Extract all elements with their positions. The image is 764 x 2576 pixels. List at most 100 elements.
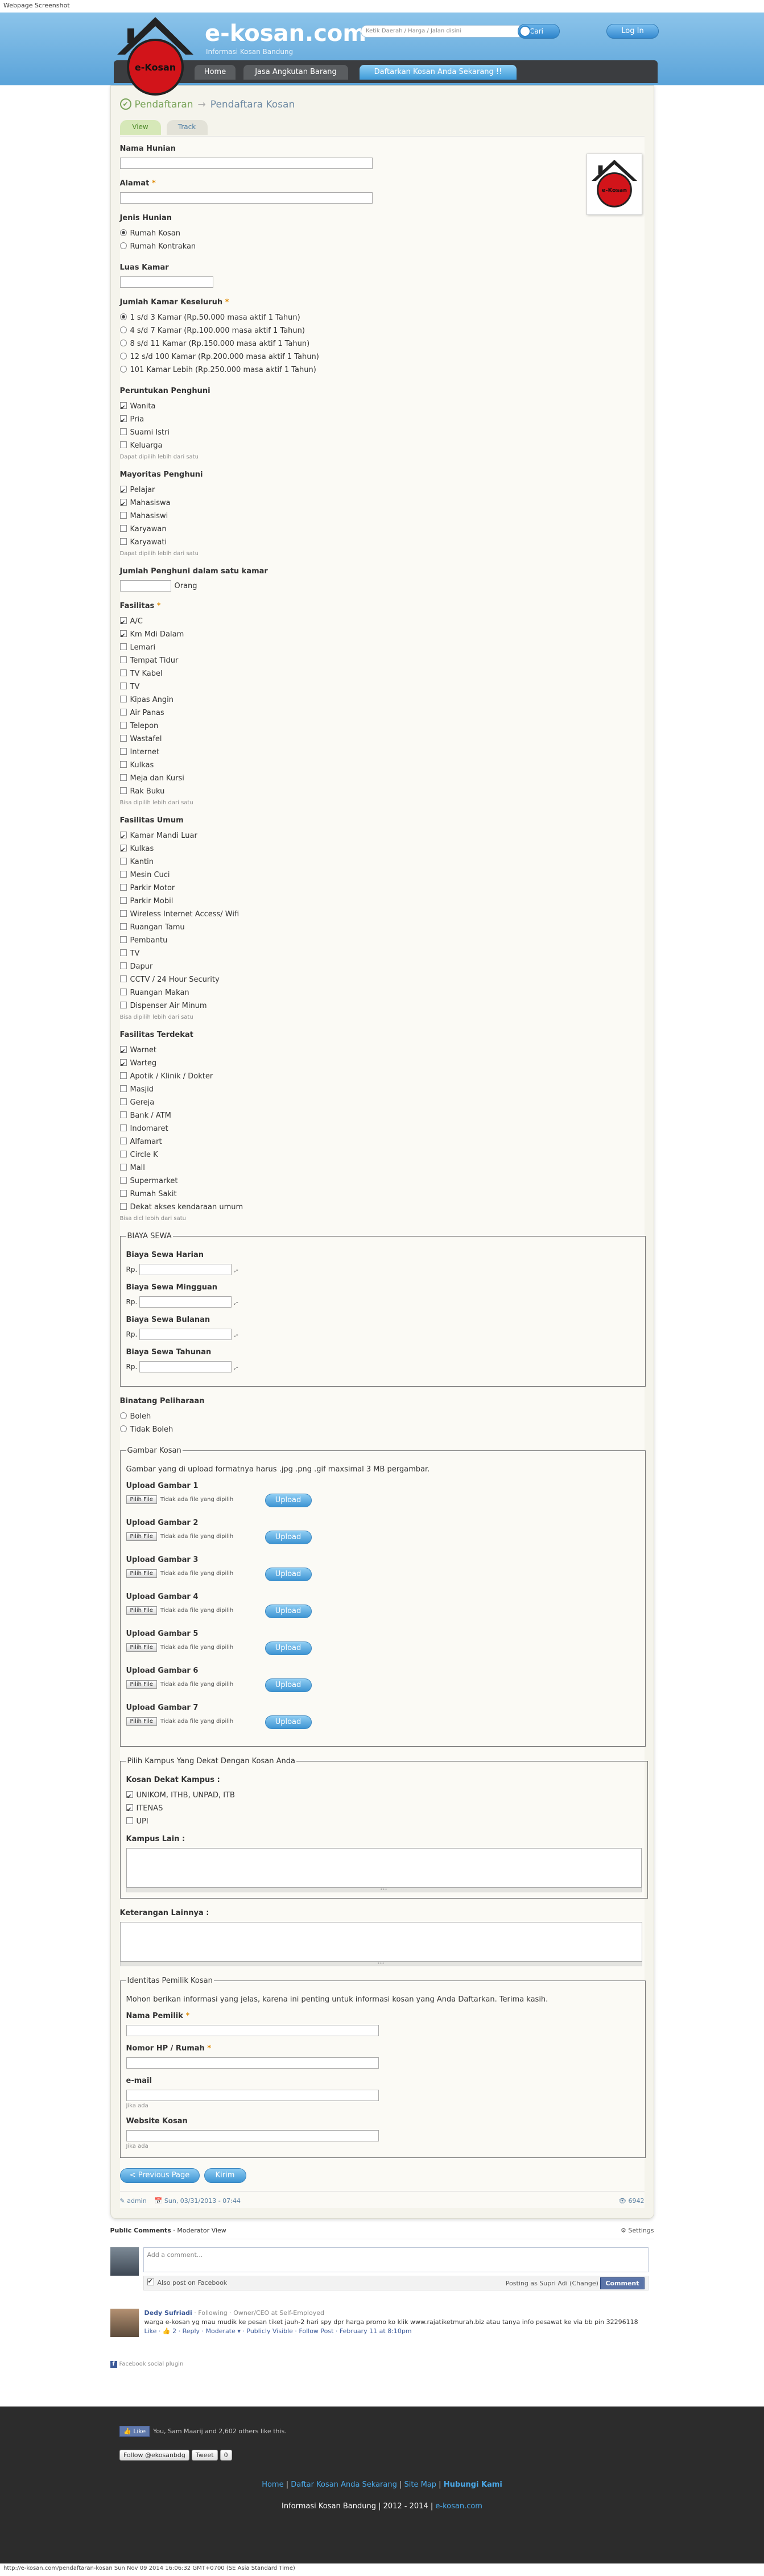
upload-button[interactable]: Upload <box>265 1641 312 1655</box>
comment-actions[interactable]: Like · 👍 2 · Reply · Moderate ▾ · Public… <box>144 2327 412 2335</box>
checkbox-option[interactable]: Pria <box>119 413 645 427</box>
checkbox-option[interactable]: Supermarket <box>119 1175 645 1188</box>
checkbox-option[interactable]: Gereja <box>119 1096 645 1109</box>
search-button[interactable]: Cari <box>518 24 560 39</box>
checkbox-option[interactable]: Mesin Cuci <box>119 869 645 882</box>
choose-file-button[interactable]: Pilih File <box>126 1680 157 1689</box>
nomor-hp-input[interactable] <box>126 2057 379 2069</box>
tweet-button[interactable]: Tweet <box>191 2450 218 2461</box>
checkbox-option[interactable]: Lemari <box>119 641 645 654</box>
checkbox[interactable] <box>119 1190 127 1197</box>
checkbox[interactable] <box>119 1177 127 1184</box>
commenter-name[interactable]: Dedy Sufriadi <box>144 2309 192 2317</box>
kampus-lain-textarea[interactable] <box>126 1848 642 1888</box>
checkbox-option[interactable]: UPI <box>126 1815 642 1828</box>
radio-button[interactable] <box>119 353 127 359</box>
footer-link-sitemap[interactable]: Site Map <box>404 2480 437 2489</box>
checkbox-option[interactable]: Wastafel <box>119 733 645 746</box>
checkbox[interactable] <box>119 683 127 689</box>
checkbox-option[interactable]: Dispenser Air Minum <box>119 999 645 1012</box>
upload-button[interactable]: Upload <box>265 1568 312 1581</box>
checkbox[interactable] <box>119 441 127 448</box>
radio-option[interactable]: 12 s/d 100 Kamar (Rp.200.000 masa aktif … <box>119 350 645 363</box>
checkbox[interactable] <box>119 1203 127 1210</box>
checkbox[interactable] <box>119 1164 127 1171</box>
login-button[interactable]: Log In <box>606 24 659 39</box>
checkbox-option[interactable]: Wireless Internet Access/ Wifi <box>119 908 645 921</box>
checkbox[interactable] <box>119 897 127 904</box>
checkbox[interactable] <box>119 1098 127 1105</box>
upload-button[interactable]: Upload <box>265 1531 312 1544</box>
checkbox[interactable] <box>119 884 127 891</box>
checkbox-option[interactable]: Kulkas <box>119 759 645 772</box>
checkbox-option[interactable]: ITENAS <box>126 1802 642 1816</box>
checkbox[interactable] <box>119 858 127 865</box>
checkbox-option[interactable]: Pelajar <box>119 483 645 498</box>
checkbox-option[interactable]: Rak Buku <box>119 785 645 798</box>
radio-button[interactable] <box>119 326 127 333</box>
checkbox[interactable] <box>119 748 127 755</box>
checkbox-option[interactable]: Wanita <box>119 400 645 414</box>
checkbox[interactable] <box>119 871 127 878</box>
checkbox-option[interactable]: Ruangan Tamu <box>119 921 645 934</box>
checkbox[interactable] <box>119 629 127 642</box>
upload-button[interactable]: Upload <box>265 1678 312 1692</box>
checkbox-option[interactable]: Air Panas <box>119 706 645 720</box>
checkbox[interactable] <box>119 414 127 427</box>
checkbox[interactable] <box>119 512 127 519</box>
nav-jasa-angkutan[interactable]: Jasa Angkutan Barang <box>243 65 348 80</box>
checkbox[interactable] <box>119 1072 127 1079</box>
comment-input[interactable]: Add a comment... <box>143 2247 649 2272</box>
checkbox[interactable] <box>119 1058 127 1071</box>
checkbox-option[interactable]: Warteg <box>119 1057 645 1071</box>
checkbox[interactable] <box>119 923 127 930</box>
comment-post-button[interactable]: Comment <box>600 2277 645 2289</box>
facebook-like-button[interactable]: 👍 Like <box>119 2426 150 2437</box>
author-name[interactable]: admin <box>127 2197 146 2205</box>
checkbox-option[interactable]: Bank / ATM <box>119 1109 645 1122</box>
nama-hunian-input[interactable] <box>119 158 373 169</box>
checkbox-option[interactable]: Karyawan <box>119 523 645 536</box>
radio-option[interactable]: 101 Kamar Lebih (Rp.250.000 masa aktif 1… <box>119 363 645 377</box>
nav-home[interactable]: Home <box>195 65 236 80</box>
radio-button[interactable] <box>119 366 127 373</box>
checkbox[interactable] <box>119 525 127 532</box>
checkbox-option[interactable]: Parkir Mobil <box>119 895 645 908</box>
checkbox-option[interactable]: Parkir Motor <box>119 882 645 895</box>
checkbox-option[interactable]: Rumah Sakit <box>119 1188 645 1201</box>
checkbox[interactable] <box>119 498 127 511</box>
checkbox[interactable] <box>119 401 127 414</box>
radio-button[interactable] <box>119 1412 127 1419</box>
checkbox[interactable] <box>119 910 127 917</box>
checkbox[interactable] <box>119 709 127 716</box>
public-comments-tab[interactable]: Public Comments <box>110 2227 171 2234</box>
checkbox[interactable] <box>119 975 127 982</box>
radio-option[interactable]: 4 s/d 7 Kamar (Rp.100.000 masa aktif 1 T… <box>119 324 645 337</box>
checkbox-option[interactable]: Circle K <box>119 1148 645 1161</box>
email-field[interactable] <box>126 2090 379 2101</box>
checkbox-option[interactable]: Internet <box>119 746 645 759</box>
checkbox-option[interactable]: Telepon <box>119 720 645 733</box>
checkbox-option[interactable]: Mahasiswi <box>119 510 645 523</box>
previous-page-button[interactable]: < Previous Page <box>119 2168 200 2183</box>
checkbox-option[interactable]: Apotik / Klinik / Dokter <box>119 1070 645 1083</box>
checkbox-option[interactable]: Meja dan Kursi <box>119 772 645 785</box>
checkbox-option[interactable]: Mahasiswa <box>119 497 645 511</box>
checkbox[interactable] <box>119 669 127 676</box>
checkbox[interactable] <box>119 1002 127 1008</box>
search-input[interactable]: Ketik Daerah / Harga / Jalan disini <box>361 25 520 38</box>
nav-daftarkan-kosan[interactable]: Daftarkan Kosan Anda Sekarang !! <box>360 65 517 80</box>
checkbox-option[interactable]: Kamar Mandi Luar <box>119 829 645 843</box>
upload-button[interactable]: Upload <box>265 1605 312 1618</box>
biaya-bulanan-input[interactable] <box>139 1329 232 1340</box>
checkbox[interactable] <box>119 616 127 629</box>
checkbox[interactable] <box>119 1085 127 1092</box>
checkbox-option[interactable]: Dekat akses kendaraan umum <box>119 1201 645 1214</box>
checkbox[interactable] <box>119 843 127 857</box>
radio-option[interactable]: Tidak Boleh <box>119 1423 645 1436</box>
biaya-tahunan-input[interactable] <box>139 1361 232 1372</box>
radio-button[interactable] <box>119 340 127 346</box>
footer-link-hubungi[interactable]: Hubungi Kami <box>444 2480 502 2489</box>
checkbox[interactable] <box>119 787 127 794</box>
radio-option[interactable]: 8 s/d 11 Kamar (Rp.150.000 masa aktif 1 … <box>119 337 645 350</box>
